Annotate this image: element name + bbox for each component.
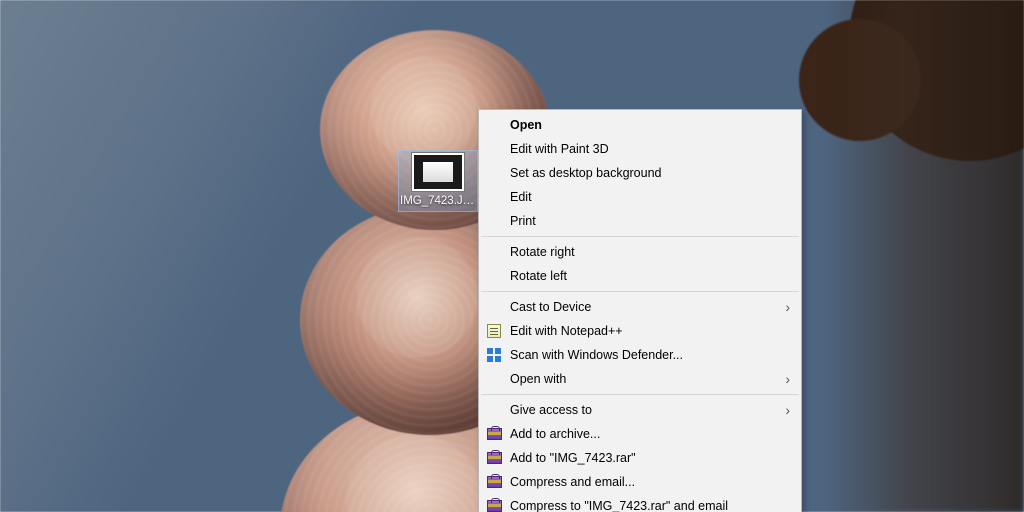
menu-item-rotate-left[interactable]: Rotate left — [480, 264, 800, 288]
menu-item-label: Rotate left — [510, 269, 772, 283]
menu-item-label: Edit with Paint 3D — [510, 142, 772, 156]
rar-icon — [486, 450, 502, 466]
file-label: IMG_7423.JPG — [400, 194, 476, 208]
menu-item-label: Edit with Notepad++ — [510, 324, 772, 338]
menu-item-label: Set as desktop background — [510, 166, 772, 180]
menu-item-rotate-right[interactable]: Rotate right — [480, 240, 800, 264]
menu-separator — [481, 291, 799, 292]
menu-item-label: Add to archive... — [510, 427, 772, 441]
chevron-right-icon: › — [785, 402, 790, 418]
menu-item-edit-with-paint-3d[interactable]: Edit with Paint 3D — [480, 137, 800, 161]
menu-item-edit-with-notepad[interactable]: Edit with Notepad++ — [480, 319, 800, 343]
menu-item-give-access-to[interactable]: Give access to › — [480, 398, 800, 422]
menu-item-scan-with-windows-defender[interactable]: Scan with Windows Defender... — [480, 343, 800, 367]
menu-separator — [481, 394, 799, 395]
menu-item-print[interactable]: Print — [480, 209, 800, 233]
menu-item-edit[interactable]: Edit — [480, 185, 800, 209]
menu-item-label: Compress and email... — [510, 475, 772, 489]
menu-item-label: Open with — [510, 372, 772, 386]
context-menu: Open Edit with Paint 3D Set as desktop bac… — [478, 109, 802, 512]
menu-item-label: Cast to Device — [510, 300, 772, 314]
notepadpp-icon — [486, 323, 502, 339]
menu-item-label: Scan with Windows Defender... — [510, 348, 772, 362]
menu-item-add-to-archive[interactable]: Add to archive... — [480, 422, 800, 446]
chevron-right-icon: › — [785, 371, 790, 387]
file-thumbnail — [412, 153, 464, 191]
rar-icon — [486, 426, 502, 442]
menu-item-open-with[interactable]: Open with › — [480, 367, 800, 391]
menu-separator — [481, 236, 799, 237]
rar-icon — [486, 498, 502, 512]
menu-item-label: Add to "IMG_7423.rar" — [510, 451, 772, 465]
menu-item-label: Give access to — [510, 403, 772, 417]
menu-item-compress-to-img-7423-rar-and-email[interactable]: Compress to "IMG_7423.rar" and email — [480, 494, 800, 512]
menu-item-add-to-img-7423-rar[interactable]: Add to "IMG_7423.rar" — [480, 446, 800, 470]
menu-item-label: Edit — [510, 190, 772, 204]
defender-icon — [486, 347, 502, 363]
menu-item-label: Print — [510, 214, 772, 228]
menu-item-label: Rotate right — [510, 245, 772, 259]
menu-item-open[interactable]: Open — [480, 113, 800, 137]
rar-icon — [486, 474, 502, 490]
menu-item-set-as-desktop-background[interactable]: Set as desktop background — [480, 161, 800, 185]
chevron-right-icon: › — [785, 299, 790, 315]
menu-item-compress-and-email[interactable]: Compress and email... — [480, 470, 800, 494]
menu-item-cast-to-device[interactable]: Cast to Device › — [480, 295, 800, 319]
desktop-file-icon[interactable]: IMG_7423.JPG — [398, 150, 478, 212]
menu-item-label: Open — [510, 118, 772, 132]
menu-item-label: Compress to "IMG_7423.rar" and email — [510, 499, 772, 512]
